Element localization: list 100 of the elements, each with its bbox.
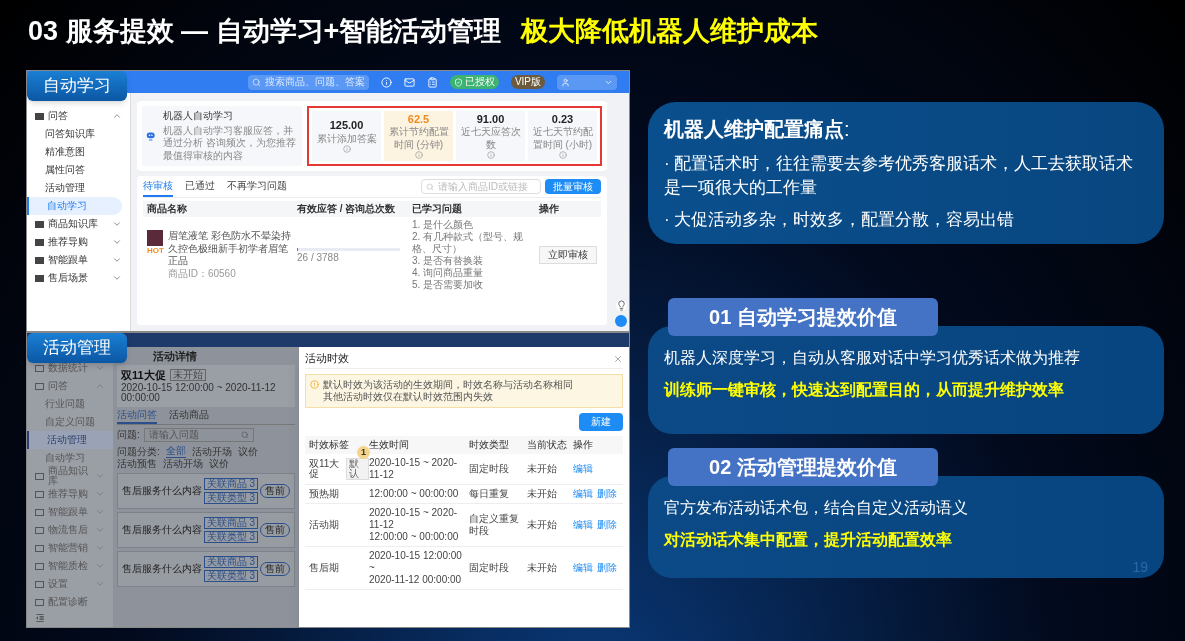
action-link[interactable]: 删除 [597, 520, 617, 530]
info-icon[interactable] [486, 151, 495, 160]
column-header: 已学习问题 [412, 204, 463, 214]
batch-review-button[interactable]: 批量审核 [545, 179, 601, 194]
sidebar-group[interactable]: 数据统计 [48, 363, 91, 373]
notice-text: 其他活动时效仅在默认时效范围内失效 [323, 391, 494, 403]
sidebar-item[interactable]: 行业问题 [27, 395, 113, 413]
action-link[interactable]: 删除 [597, 563, 617, 573]
stat-value: 91.00 [476, 112, 505, 126]
category-filter[interactable]: 议价 [237, 445, 258, 458]
collapse-menu-icon[interactable] [35, 613, 45, 623]
sidebar-group[interactable]: 智能跟单 [48, 255, 108, 265]
question-search-field[interactable]: 请输入问题 [143, 428, 254, 442]
info-icon[interactable] [342, 145, 351, 154]
tab[interactable]: 待审核 [143, 181, 173, 197]
info-icon[interactable] [414, 151, 423, 160]
sidebar-group[interactable]: 智能质检 [48, 561, 91, 571]
sidebar-group[interactable]: 商品知识库 [48, 219, 108, 229]
table-cell-text: 12:00:00 ~ 00:00:00 [369, 531, 460, 543]
link-tag[interactable]: 关联商品 3 [203, 478, 259, 490]
clipboard-icon[interactable] [426, 76, 438, 88]
mail-icon[interactable] [403, 76, 415, 88]
table-cell-text: 固定时段 [469, 562, 510, 574]
sidebar-item[interactable]: 问答知识库 [27, 125, 130, 143]
link-tag[interactable]: 关联商品 3 [203, 517, 259, 529]
category-filter[interactable]: 全部 [165, 445, 186, 458]
new-button[interactable]: 新建 [579, 413, 623, 431]
action-link[interactable]: 编辑 [573, 489, 593, 499]
sidebar-group[interactable]: 智能跟单 [48, 507, 91, 517]
link-tag[interactable]: 关联商品 3 [203, 556, 259, 568]
sidebar-item[interactable]: 自动学习 [27, 449, 113, 467]
info-icon[interactable] [558, 151, 567, 160]
category-filter[interactable]: 议价 [209, 458, 229, 470]
link-tag[interactable]: 关联类型 3 [203, 570, 259, 582]
sidebar-item[interactable]: 属性问答 [27, 161, 130, 179]
menu-item-icon [35, 544, 44, 552]
table-cell-text: 2020-10-15 ~ 2020-11-12 [369, 507, 459, 531]
table-cell-text: 固定时段 [469, 463, 510, 475]
stat-value: 0.23 [551, 112, 574, 126]
sidebar-group[interactable]: 推荐导购 [48, 237, 108, 247]
sidebar-group[interactable]: 问答 [48, 111, 108, 121]
sidebar-group[interactable]: 智能营销 [48, 543, 91, 553]
authorized-badge: 已授权 [449, 75, 499, 89]
menu-item-icon [35, 562, 44, 570]
sidebar-item[interactable]: 自动学习 [27, 197, 122, 215]
stat-label: 近七天应答次数 [459, 126, 522, 152]
tab[interactable]: 活动商品 [169, 410, 209, 424]
column-header: 生效时间 [369, 440, 410, 450]
table-cell: 活动期 [309, 520, 339, 530]
learned-question: 5. 是否需要加收 [412, 279, 485, 291]
menu-item-icon [35, 580, 44, 588]
sidebar-item[interactable]: 活动管理 [27, 179, 130, 197]
table-cell-text: 2020-11-12 00:00:00 [369, 574, 463, 586]
value-highlight: 训练师一键审核，快速达到配置目的，从而提升维护效率 [664, 380, 1065, 400]
lightbulb-icon[interactable] [615, 300, 627, 311]
action-link[interactable]: 编辑 [573, 563, 593, 573]
menu-item-icon [35, 598, 44, 606]
intro-description: 机器人自动学习客服应答，并通过分析 咨询频次，为您推荐最值得审核的内容 [163, 124, 298, 162]
sidebar-group[interactable]: 售后场景 [48, 273, 108, 283]
sidebar-group[interactable]: 配置诊断 [48, 597, 105, 607]
close-icon[interactable] [613, 353, 623, 364]
search-field[interactable]: 搜索商品、问题、答案 [247, 74, 369, 90]
search-icon [426, 182, 434, 191]
field-label: 问题分类: [117, 445, 160, 458]
tab[interactable]: 活动问答 [117, 410, 157, 424]
action-link[interactable]: 编辑 [573, 464, 593, 474]
table-cell-text: 2020-10-15 12:00:00 ~ [369, 550, 463, 574]
category-filter[interactable]: 活动预售 [117, 458, 157, 470]
table-cell: 售后期 [309, 563, 339, 573]
warning-icon [310, 380, 319, 389]
table-cell-text: 未开始 [527, 520, 558, 530]
sidebar-item[interactable]: 自定义问题 [27, 413, 113, 431]
category-filter[interactable]: 活动开场 [163, 458, 203, 470]
question-text: 售后服务什么内容 [122, 564, 202, 574]
table-cell-text: 未开始 [527, 464, 558, 474]
sidebar-group[interactable]: 物流售后 [48, 525, 91, 535]
link-tag[interactable]: 关联类型 3 [203, 531, 259, 543]
sidebar-group[interactable]: 设置 [48, 579, 91, 589]
table-cell-text: 自定义重复时段 [469, 513, 520, 537]
table-cell-text: 12:00:00 ~ 00:00:00 [369, 488, 460, 500]
status-badge: 未开始 [169, 369, 206, 381]
tab[interactable]: 已通过 [185, 181, 215, 197]
user-menu[interactable] [557, 74, 617, 90]
slide-title: 03 服务提效 — 自动学习+智能活动管理 [28, 14, 502, 48]
field-label: 问题: [117, 430, 140, 440]
category-filter[interactable]: 活动开场 [191, 445, 232, 458]
action-link[interactable]: 编辑 [573, 520, 593, 530]
action-link[interactable]: 删除 [597, 489, 617, 499]
sidebar-item[interactable]: 活动管理 [27, 431, 113, 449]
link-tag[interactable]: 关联类型 3 [203, 492, 259, 504]
review-button[interactable]: 立即审核 [539, 246, 597, 264]
sidebar-group[interactable]: 推荐导购 [48, 489, 91, 499]
menu-item-icon [35, 256, 44, 264]
tab[interactable]: 不再学习问题 [227, 181, 287, 197]
sidebar-group[interactable]: 问答 [48, 381, 91, 391]
table-cell-text: 未开始 [527, 489, 558, 499]
sidebar-group[interactable]: 商品知识库 [48, 466, 91, 486]
menu-item-icon [35, 364, 44, 372]
sidebar-item[interactable]: 精准意图 [27, 143, 130, 161]
column-header: 时效类型 [469, 440, 510, 450]
